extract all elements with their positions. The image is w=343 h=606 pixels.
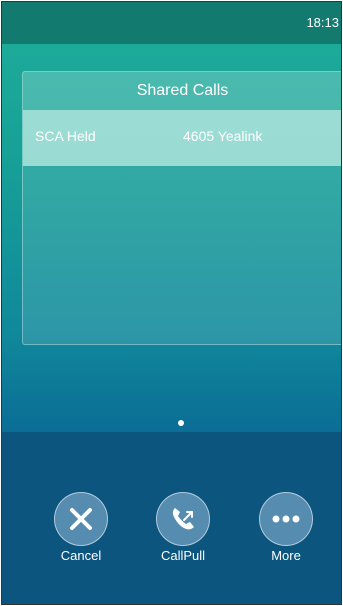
- phone-handset-icon: [156, 492, 210, 546]
- cancel-label: Cancel: [60, 548, 102, 563]
- call-party-name: 4605 Yealink: [183, 128, 263, 144]
- page-indicator-dot: [178, 420, 184, 426]
- phone-screen: 18:13 Shared Calls SCA Held 4605 Yealink…: [1, 1, 342, 605]
- more-button[interactable]: More: [251, 492, 321, 563]
- shared-call-row[interactable]: SCA Held 4605 Yealink: [23, 110, 341, 166]
- more-dots-icon: [259, 492, 313, 546]
- status-bar: 18:13: [2, 2, 341, 44]
- cancel-button[interactable]: Cancel: [46, 492, 116, 563]
- shared-calls-panel: Shared Calls SCA Held 4605 Yealink: [22, 71, 341, 345]
- more-label: More: [271, 548, 301, 563]
- close-icon: [54, 492, 108, 546]
- panel-title: Shared Calls: [23, 72, 341, 110]
- callpull-label: CallPull: [160, 548, 206, 563]
- call-status: SCA Held: [35, 128, 96, 144]
- callpull-button[interactable]: CallPull: [148, 492, 218, 563]
- clock: 18:13: [306, 15, 339, 30]
